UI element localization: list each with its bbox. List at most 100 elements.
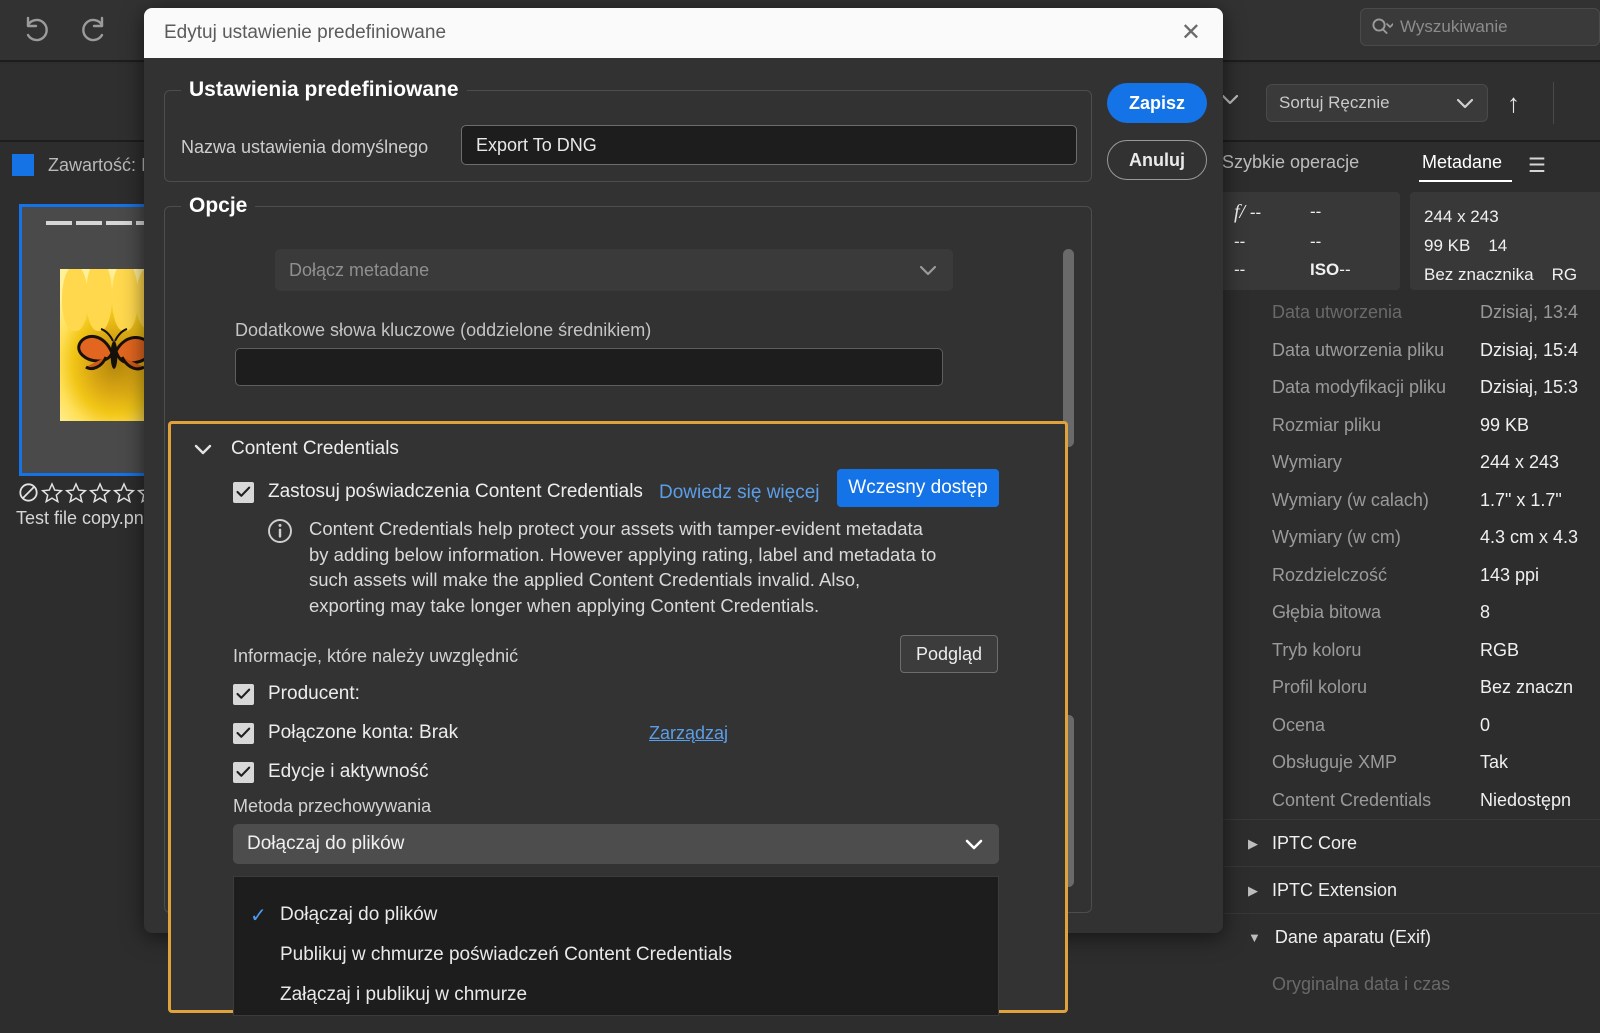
content-credentials-header[interactable]: Content Credentials xyxy=(193,438,399,460)
metadata-group-iptc-core[interactable]: ▶ IPTC Core xyxy=(1210,819,1600,866)
chevron-down-icon xyxy=(1456,98,1474,109)
storage-method-dropdown[interactable]: Dołączaj do plików xyxy=(233,824,999,864)
menu-item-attach-to-files[interactable]: ✓ Dołączaj do plików xyxy=(234,895,998,935)
producer-checkbox[interactable] xyxy=(233,683,254,705)
early-access-button[interactable]: Wczesny dostęp xyxy=(837,469,999,507)
chevron-down-icon xyxy=(194,444,212,454)
metadata-value: Dzisiaj, 13:4 xyxy=(1480,302,1579,323)
menu-item-label: Publikuj w chmurze poświadczeń Content C… xyxy=(280,944,733,965)
chevron-right-icon: ▶ xyxy=(1248,835,1258,851)
save-button[interactable]: Zapisz xyxy=(1107,83,1207,123)
metadata-key: Wymiary (w calach) xyxy=(1272,489,1429,510)
content-credentials-info: Content Credentials help protect your as… xyxy=(267,516,937,618)
dialog-titlebar: Edytuj ustawienie predefiniowane ✕ xyxy=(144,8,1223,58)
table-row: Obsługuje XMP Tak xyxy=(1210,744,1600,782)
search-icon xyxy=(1372,18,1393,34)
table-row: Oryginalna data i czas xyxy=(1210,966,1600,1004)
undo-redo-group xyxy=(16,10,114,50)
metadata-value: Niedostępn xyxy=(1480,789,1572,810)
exif-summary-card: f/ -- -- -- -- -- ISO-- xyxy=(1220,192,1400,290)
keywords-label: Dodatkowe słowa kluczowe (oddzielone śre… xyxy=(235,320,652,340)
table-row: Data modyfikacji pliku Dzisiaj, 15:3 xyxy=(1210,369,1600,407)
manage-link[interactable]: Zarządzaj xyxy=(649,723,728,744)
summary-dimensions: 244 x 243 xyxy=(1424,207,1499,226)
preset-name-label: Nazwa ustawienia domyślnego xyxy=(181,137,429,157)
star-icon[interactable] xyxy=(89,482,111,503)
apply-credentials-checkbox[interactable] xyxy=(233,481,254,503)
preset-name-input[interactable]: Export To DNG xyxy=(461,125,1077,165)
metadata-key: Ocena xyxy=(1272,714,1326,735)
metadata-key: Oryginalna data i czas xyxy=(1272,974,1451,995)
tab-metadata[interactable]: Metadane xyxy=(1422,152,1502,173)
chevron-down-icon[interactable] xyxy=(1220,92,1240,111)
metadata-key: Data modyfikacji pliku xyxy=(1272,377,1447,398)
connected-accounts-checkbox[interactable] xyxy=(233,722,254,744)
metadata-panel: Szybkie operacje Metadane ☰ f/ -- -- -- … xyxy=(1210,144,1600,1033)
include-info-label: Informacje, które należy uwzględnić xyxy=(233,646,519,666)
checkbox-row-producer[interactable]: Producent: xyxy=(233,683,360,705)
metadata-key: Content Credentials xyxy=(1272,789,1432,810)
metadata-value: 1.7" x 1.7" xyxy=(1480,489,1562,510)
star-icon[interactable] xyxy=(65,482,87,503)
metadata-group-exif[interactable]: ▼ Dane aparatu (Exif) xyxy=(1210,913,1600,960)
metadata-key: Rozdzielczość xyxy=(1272,564,1388,585)
metadata-panel-tabs: Szybkie operacje Metadane ☰ xyxy=(1210,144,1600,188)
metadata-key: Profil koloru xyxy=(1272,677,1368,698)
keywords-input[interactable] xyxy=(235,348,943,386)
chevron-right-icon: ▶ xyxy=(1248,882,1258,898)
cancel-button[interactable]: Anuluj xyxy=(1107,140,1207,180)
sort-dropdown[interactable]: Sortuj Ręcznie xyxy=(1266,84,1488,122)
metadata-key: Obsługuje XMP xyxy=(1272,752,1398,773)
table-row: Data utworzenia Dzisiaj, 13:4 xyxy=(1210,294,1600,332)
metadata-value: 4.3 cm x 4.3 xyxy=(1480,527,1579,548)
checkbox-row-edits-activity[interactable]: Edycje i aktywność xyxy=(233,761,429,783)
menu-item-attach-and-publish[interactable]: Załączaj i publikuj w chmurze xyxy=(234,975,998,1015)
summary-filesize: 99 KB xyxy=(1424,236,1471,255)
metadata-value: Bez znaczn xyxy=(1480,677,1574,698)
metadata-rows-list: Data utworzenia Dzisiaj, 13:4 Data utworz… xyxy=(1210,294,1600,994)
metadata-value: 143 ppi xyxy=(1480,564,1540,585)
reject-icon[interactable] xyxy=(18,482,39,503)
search-placeholder-text: Wyszukiwanie xyxy=(1400,17,1508,36)
table-row: Ocena 0 xyxy=(1210,707,1600,745)
file-summary-card: 244 x 243 99 KB 14 Bez znacznika RG xyxy=(1410,192,1600,290)
menu-item-label: Dołączaj do plików xyxy=(280,904,438,925)
include-metadata-dropdown[interactable]: Dołącz metadane xyxy=(275,249,953,291)
metadata-key: Tryb koloru xyxy=(1272,639,1362,660)
metadata-key: Rozmiar pliku xyxy=(1272,414,1382,435)
search-input[interactable]: Wyszukiwanie xyxy=(1360,8,1600,46)
group-label: IPTC Core xyxy=(1272,832,1358,853)
hamburger-icon[interactable]: ☰ xyxy=(1528,153,1546,178)
star-icon[interactable] xyxy=(41,482,63,503)
table-row: Wymiary (w cm) 4.3 cm x 4.3 xyxy=(1210,519,1600,557)
star-icon[interactable] xyxy=(113,482,135,503)
check-icon xyxy=(236,727,251,738)
metadata-group-iptc-extension[interactable]: ▶ IPTC Extension xyxy=(1210,866,1600,913)
metadata-key: Głębia bitowa xyxy=(1272,602,1382,623)
table-row: Profil koloru Bez znaczn xyxy=(1210,669,1600,707)
focal-value: -- xyxy=(1234,231,1246,251)
undo-icon[interactable] xyxy=(16,10,56,50)
redo-icon[interactable] xyxy=(74,10,114,50)
storage-method-menu[interactable]: ✓ Dołączaj do plików Publikuj w chmurze … xyxy=(233,876,999,1016)
edits-activity-checkbox[interactable] xyxy=(233,761,254,783)
metadata-value: Dzisiaj, 15:3 xyxy=(1480,377,1579,398)
apply-credentials-row[interactable]: Zastosuj poświadczenia Content Credentia… xyxy=(233,481,643,503)
checkbox-row-connected-accounts[interactable]: Połączone konta: Brak xyxy=(233,722,458,744)
tab-quick-actions[interactable]: Szybkie operacje xyxy=(1222,152,1359,173)
table-row: Rozdzielczość 143 ppi xyxy=(1210,557,1600,595)
table-row: Głębia bitowa 8 xyxy=(1210,594,1600,632)
metadata-value: 8 xyxy=(1480,602,1491,623)
table-row: Wymiary (w calach) 1.7" x 1.7" xyxy=(1210,482,1600,520)
sort-direction-button[interactable]: ↑ xyxy=(1507,86,1520,120)
metadata-value: 99 KB xyxy=(1480,414,1530,435)
options-legend: Opcje xyxy=(181,194,256,218)
close-icon[interactable]: ✕ xyxy=(1175,19,1207,47)
color-swatch-icon[interactable] xyxy=(12,154,34,176)
thumbnail-rating[interactable] xyxy=(18,482,159,503)
preview-button[interactable]: Podgląd xyxy=(900,635,998,673)
scrollbar-thumb[interactable] xyxy=(1063,249,1074,447)
check-icon xyxy=(236,766,251,777)
menu-item-publish-cloud[interactable]: Publikuj w chmurze poświadczeń Content C… xyxy=(234,935,998,975)
learn-more-link[interactable]: Dowiedz się więcej xyxy=(659,482,820,504)
